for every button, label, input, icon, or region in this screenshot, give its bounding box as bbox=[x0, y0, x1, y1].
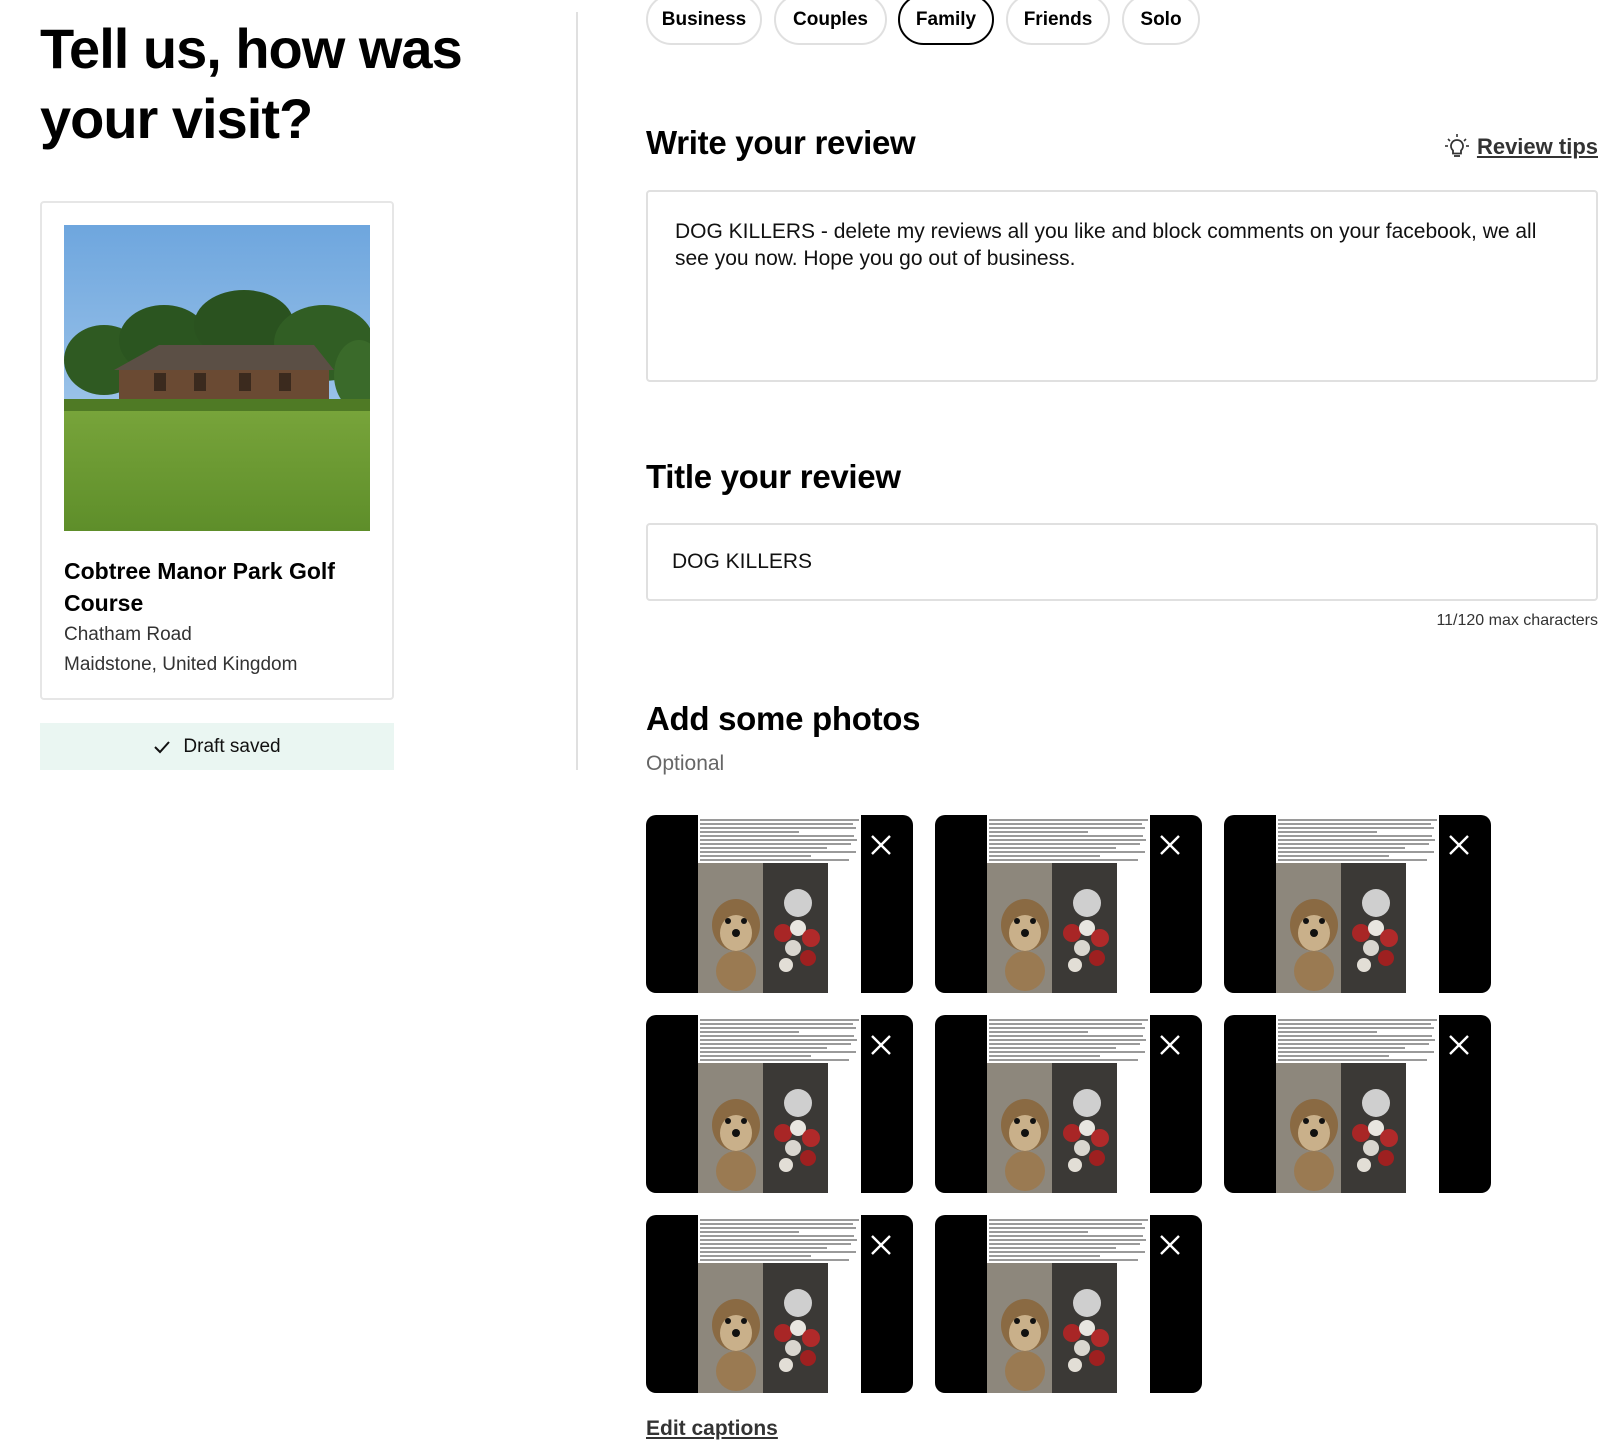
photo-image bbox=[698, 1015, 861, 1193]
photo-text-lines bbox=[698, 1015, 861, 1063]
chip-business[interactable]: Business bbox=[646, 0, 762, 45]
close-icon[interactable] bbox=[861, 1225, 901, 1265]
photo-thumbnail[interactable] bbox=[935, 1215, 1202, 1393]
photo-image bbox=[987, 815, 1150, 993]
title-char-count: 11/120 max characters bbox=[1436, 612, 1598, 629]
photo-thumbnail[interactable] bbox=[935, 1015, 1202, 1193]
close-icon[interactable] bbox=[861, 825, 901, 865]
photo-image bbox=[987, 1215, 1150, 1393]
write-review-heading: Write your review bbox=[646, 124, 916, 161]
review-tips-label: Review tips bbox=[1476, 134, 1598, 159]
photos-heading: Add some photos bbox=[646, 700, 921, 737]
review-textarea[interactable]: DOG KILLERS - delete my reviews all you … bbox=[646, 190, 1598, 382]
review-tips-link[interactable]: Review tips bbox=[1444, 134, 1598, 160]
photo-text-lines bbox=[1276, 1015, 1439, 1063]
edit-captions-link[interactable]: Edit captions bbox=[646, 1417, 778, 1440]
place-address-city: Maidstone, United Kingdom bbox=[64, 654, 298, 675]
photo-thumbnail[interactable] bbox=[646, 815, 913, 993]
photos-optional-label: Optional bbox=[646, 752, 725, 775]
close-icon[interactable] bbox=[1150, 825, 1190, 865]
title-review-heading: Title your review bbox=[646, 458, 901, 495]
photo-image bbox=[987, 1015, 1150, 1193]
photo-image bbox=[1276, 1015, 1439, 1193]
chip-friends[interactable]: Friends bbox=[1006, 0, 1110, 45]
photo-thumbnail[interactable] bbox=[1224, 815, 1491, 993]
draft-status-text: Draft saved bbox=[183, 735, 281, 757]
photo-text-lines bbox=[698, 1215, 861, 1263]
photo-text-lines bbox=[1276, 815, 1439, 863]
place-card: Cobtree Manor Park Golf Course Chatham R… bbox=[40, 201, 394, 700]
close-icon[interactable] bbox=[1439, 1025, 1479, 1065]
photo-thumbnail[interactable] bbox=[646, 1015, 913, 1193]
photo-image bbox=[698, 1215, 861, 1393]
photo-thumbnail[interactable] bbox=[1224, 1015, 1491, 1193]
close-icon[interactable] bbox=[1439, 825, 1479, 865]
chip-solo[interactable]: Solo bbox=[1122, 0, 1200, 45]
chip-family[interactable]: Family bbox=[898, 0, 994, 45]
draft-saved-banner: Draft saved bbox=[40, 723, 394, 770]
review-title-input[interactable] bbox=[646, 523, 1598, 601]
close-icon[interactable] bbox=[1150, 1025, 1190, 1065]
chip-couples[interactable]: Couples bbox=[774, 0, 887, 45]
lightbulb-icon bbox=[1444, 134, 1469, 160]
photo-text-lines bbox=[987, 1215, 1150, 1263]
photo-thumbnail[interactable] bbox=[935, 815, 1202, 993]
close-icon[interactable] bbox=[1150, 1225, 1190, 1265]
close-icon[interactable] bbox=[861, 1025, 901, 1065]
photo-text-lines bbox=[987, 1015, 1150, 1063]
photo-text-lines bbox=[987, 815, 1150, 863]
place-address-street: Chatham Road bbox=[64, 624, 192, 645]
photo-image bbox=[1276, 815, 1439, 993]
place-photo bbox=[64, 225, 370, 531]
place-name: Cobtree Manor Park Golf Course bbox=[64, 558, 335, 616]
page-title: Tell us, how was your visit? bbox=[40, 17, 463, 150]
check-icon bbox=[153, 738, 171, 756]
photo-image bbox=[698, 815, 861, 993]
photo-thumbnail[interactable] bbox=[646, 1215, 913, 1393]
photo-text-lines bbox=[698, 815, 861, 863]
column-divider bbox=[576, 12, 578, 770]
